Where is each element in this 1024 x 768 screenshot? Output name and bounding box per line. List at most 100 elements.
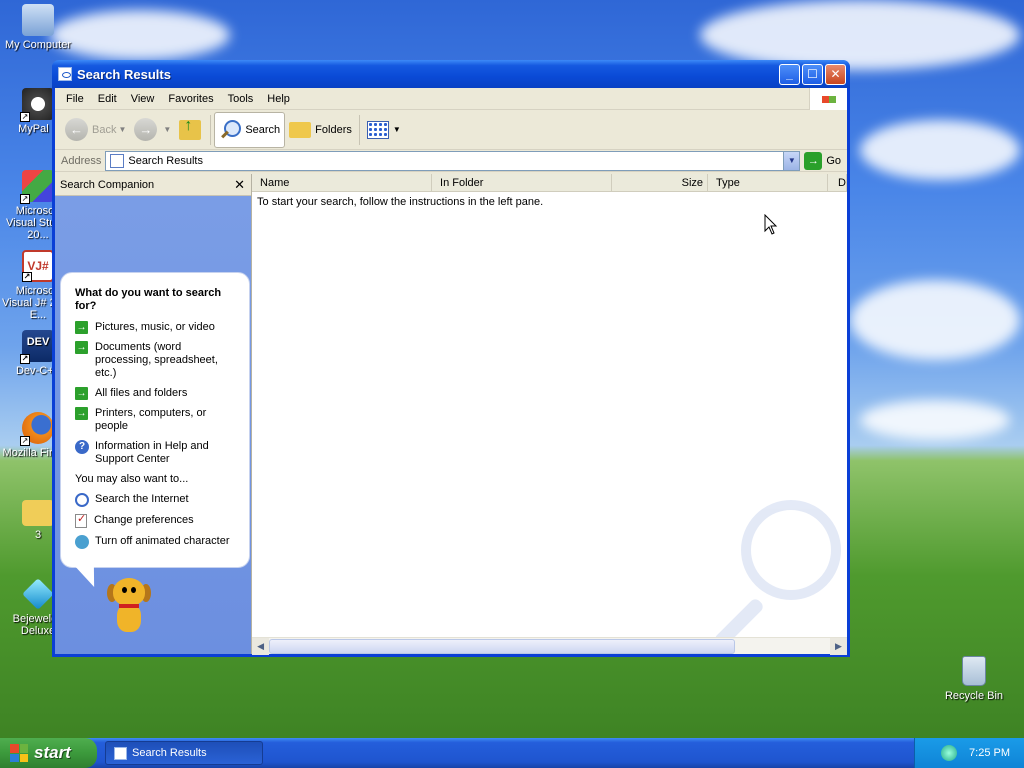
taskbar: start Search Results 7:25 PM — [0, 738, 1024, 768]
visual-studio-icon: ↗ — [20, 170, 54, 204]
back-arrow-icon: ← — [65, 118, 88, 141]
folder-icon — [22, 500, 54, 526]
forward-button[interactable]: → ▼ — [130, 112, 175, 148]
go-arrow-icon: → — [804, 151, 823, 170]
close-button[interactable]: ✕ — [825, 63, 846, 85]
clock[interactable]: 7:25 PM — [969, 747, 1010, 759]
watermark-magnifier-icon — [701, 500, 841, 650]
window-title: Search Results — [77, 66, 171, 82]
folders-label: Folders — [315, 123, 352, 136]
mouse-cursor-icon — [764, 214, 778, 235]
results-pane: Name In Folder Size Type D To start your… — [252, 174, 847, 655]
up-button[interactable] — [175, 112, 207, 148]
minimize-button[interactable]: _ — [779, 63, 800, 85]
column-name[interactable]: Name — [252, 174, 433, 191]
forward-arrow-icon: → — [134, 118, 158, 141]
search-label: Search — [245, 123, 281, 136]
horizontal-scrollbar[interactable]: ◀ ▶ — [252, 637, 847, 655]
option-change-preferences[interactable]: Change preferences — [75, 513, 239, 528]
search-window-icon — [114, 746, 127, 760]
option-label: Change preferences — [94, 514, 194, 526]
address-dropdown-icon[interactable]: ▼ — [783, 151, 800, 170]
search-button[interactable]: Search — [214, 111, 286, 148]
windows-flag-icon — [10, 744, 28, 762]
close-pane-icon[interactable]: ✕ — [234, 177, 245, 193]
column-size[interactable]: Size — [612, 174, 709, 191]
option-pictures-music-video[interactable]: → Pictures, music, or video — [75, 321, 239, 334]
go-button[interactable]: → Go — [804, 151, 841, 170]
menu-tools[interactable]: Tools — [221, 93, 261, 105]
option-search-internet[interactable]: Search the Internet — [75, 493, 239, 507]
option-label: Documents (word processing, spreadsheet,… — [95, 341, 218, 379]
instructions-message: To start your search, follow the instruc… — [257, 196, 544, 208]
maximize-button[interactable]: ☐ — [802, 63, 823, 85]
option-documents[interactable]: → Documents (word processing, spreadshee… — [75, 341, 239, 380]
back-button[interactable]: ← Back ▼ — [61, 112, 130, 148]
search-companion-header: Search Companion ✕ — [55, 174, 252, 196]
search-companion-title: Search Companion — [60, 178, 155, 191]
go-label: Go — [826, 154, 841, 167]
views-dropdown-icon: ▼ — [392, 125, 401, 134]
folders-button[interactable]: Folders — [285, 112, 356, 148]
internet-search-icon — [75, 493, 89, 507]
search-companion-pane: Search Companion ✕ What do you want to s… — [55, 174, 253, 654]
green-arrow-icon: → — [75, 341, 88, 354]
column-date[interactable]: D — [828, 174, 847, 191]
option-turn-off-character[interactable]: Turn off animated character — [75, 535, 239, 549]
menu-bar: File Edit View Favorites Tools Help — [55, 88, 847, 110]
task-label: Search Results — [132, 747, 207, 759]
start-button[interactable]: start — [0, 738, 97, 768]
preferences-icon — [75, 513, 87, 528]
network-tray-icon[interactable] — [941, 745, 958, 761]
jsharp-icon: VJ# ↗ — [22, 250, 54, 282]
menu-help[interactable]: Help — [260, 93, 297, 105]
forward-dropdown-icon[interactable]: ▼ — [163, 125, 171, 134]
menu-file[interactable]: File — [59, 93, 91, 105]
windows-logo-icon — [809, 88, 847, 110]
back-label: Back — [92, 123, 117, 136]
option-printers-computers-people[interactable]: → Printers, computers, or people — [75, 407, 239, 433]
folders-icon — [289, 121, 312, 138]
option-label: Information in Help and Support Center — [95, 440, 209, 465]
column-headers: Name In Folder Size Type D — [252, 174, 847, 192]
column-in-folder[interactable]: In Folder — [432, 174, 613, 191]
views-button[interactable]: ▼ — [363, 112, 405, 148]
scroll-right-icon[interactable]: ▶ — [830, 637, 847, 655]
dev-cpp-icon: DEV ↗ — [20, 330, 54, 364]
cloud — [50, 10, 230, 60]
desktop-icon-my-computer[interactable]: My Computer — [0, 4, 76, 51]
scroll-left-icon[interactable]: ◀ — [252, 637, 270, 655]
title-bar[interactable]: Search Results _ ☐ ✕ — [52, 60, 850, 88]
option-label: Search the Internet — [95, 493, 189, 505]
mypal-icon: ↗ — [20, 88, 54, 122]
scroll-thumb[interactable] — [269, 638, 736, 654]
help-icon: ? — [75, 440, 89, 454]
recycle-bin-icon — [962, 656, 986, 686]
back-dropdown-icon[interactable]: ▼ — [118, 125, 126, 134]
column-type[interactable]: Type — [708, 174, 829, 191]
desktop-icon-recycle-bin[interactable]: Recycle Bin — [938, 656, 1010, 702]
menu-view[interactable]: View — [124, 93, 162, 105]
computer-icon — [22, 4, 54, 36]
option-help-support[interactable]: ? Information in Help and Support Center — [75, 440, 239, 466]
search-dog-character[interactable] — [103, 578, 155, 640]
toolbar-separator — [358, 114, 360, 145]
views-icon — [366, 120, 389, 139]
cloud — [860, 120, 1020, 180]
menu-edit[interactable]: Edit — [91, 93, 124, 105]
menu-favorites[interactable]: Favorites — [161, 93, 220, 105]
desktop-icon-label: My Computer — [4, 39, 72, 51]
animated-character-icon — [75, 535, 89, 549]
address-field[interactable]: Search Results ▼ — [105, 150, 801, 171]
taskbar-search-results[interactable]: Search Results — [105, 741, 263, 765]
option-all-files-folders[interactable]: → All files and folders — [75, 387, 239, 400]
green-arrow-icon: → — [75, 387, 88, 400]
address-value: Search Results — [128, 154, 203, 167]
address-label: Address — [61, 154, 102, 167]
system-tray: 7:25 PM — [914, 738, 1024, 768]
also-want-label: You may also want to... — [75, 473, 189, 485]
content-area: Search Companion ✕ What do you want to s… — [55, 174, 847, 655]
search-results-window: Search Results _ ☐ ✕ File Edit View Favo… — [52, 60, 850, 657]
search-results-icon — [110, 153, 125, 168]
bubble-tail — [73, 565, 105, 587]
